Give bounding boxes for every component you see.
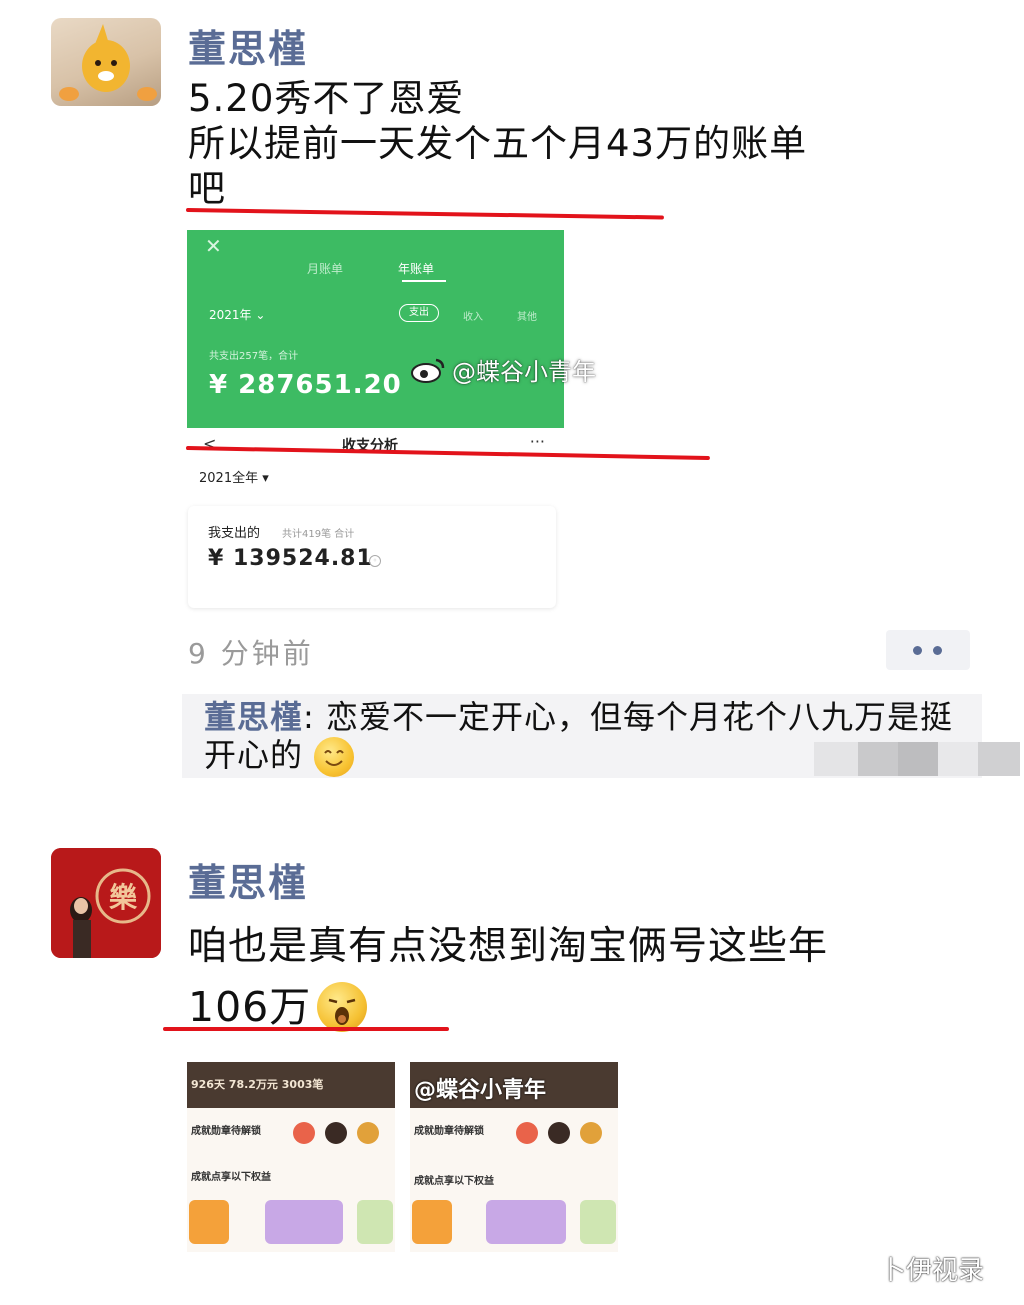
post-author-name[interactable]: 董思槿 [188, 852, 308, 907]
post-body-line: 吧 [188, 167, 226, 210]
tab-yearly-bill: 年账单 [398, 262, 435, 276]
corner-watermark: 卜伊视录 [880, 1256, 985, 1286]
post-timestamp: 9 分钟前 [188, 637, 314, 670]
taobao-screenshot[interactable]: 926天 78.2万元 3003笔 成就勋章待解锁 成就点享以下权益 [187, 1062, 395, 1252]
year-selector: 2021年 ⌄ [209, 308, 266, 322]
stats-text: 926天 78.2万元 3003笔 [191, 1078, 324, 1091]
avatar[interactable]: 樂 [51, 848, 161, 958]
more-options-button[interactable] [886, 630, 970, 670]
badge-icon [516, 1122, 538, 1144]
blurred-area [858, 742, 898, 776]
eye-icon: ◦ [369, 555, 381, 567]
blurred-area [938, 742, 978, 776]
avatar-image [59, 24, 157, 101]
bill-screenshot[interactable]: ✕ 月账单 年账单 2021年 ⌄ 支出 收入 其他 共支出257笔，合计 ¥ … [187, 230, 564, 428]
spend-amount: ¥ 139524.81 [208, 546, 373, 571]
badge-icon [580, 1122, 602, 1144]
taobao-screenshot[interactable]: @蝶谷小青年 成就勋章待解锁 成就点享以下权益 [410, 1062, 618, 1252]
benefit-card [357, 1200, 393, 1244]
benefit-card [265, 1200, 343, 1244]
benefit-card [486, 1200, 566, 1244]
dot-icon [933, 646, 942, 655]
benefits-label: 成就点享以下权益 [414, 1176, 494, 1187]
badge-icon [325, 1122, 347, 1144]
benefit-card [412, 1200, 452, 1244]
yawn-emoji-icon [317, 982, 368, 1032]
watermark-text: @蝶谷小青年 [414, 1078, 547, 1103]
dot-icon [913, 646, 922, 655]
blurred-area [898, 742, 938, 776]
comment-author[interactable]: 董思槿 [204, 698, 303, 736]
post-body-line-wrap: 106万 [188, 982, 368, 1032]
badge-icon [548, 1122, 570, 1144]
benefits-label: 成就点享以下权益 [191, 1172, 271, 1183]
year-selector: 2021全年 ▾ [199, 471, 269, 486]
badges-label: 成就勋章待解锁 [414, 1126, 484, 1137]
red-underline [163, 1027, 449, 1031]
blurred-area [978, 742, 1020, 776]
weibo-icon [411, 358, 445, 383]
more-icon: ··· [529, 432, 545, 451]
badge-icon [293, 1122, 315, 1144]
spend-label: 我支出的 [208, 526, 261, 541]
avatar[interactable] [51, 18, 161, 106]
tab-underline [402, 280, 446, 282]
blurred-area [814, 742, 858, 776]
badge-icon [357, 1122, 379, 1144]
tab-monthly-bill: 月账单 [307, 262, 344, 276]
avatar-char: 樂 [109, 881, 138, 914]
spend-summary-card[interactable]: 我支出的 共计419笔 合计 ¥ 139524.81 ◦ [188, 506, 556, 608]
watermark-text: @蝶谷小青年 [452, 358, 596, 386]
expense-summary: 共支出257笔，合计 [209, 351, 299, 362]
post-body-line: 所以提前一天发个五个月43万的账单 [188, 122, 808, 165]
avatar-image [51, 848, 161, 958]
filter-expense: 支出 [399, 304, 439, 322]
red-underline [185, 208, 664, 220]
benefit-card [580, 1200, 616, 1244]
post-body-line: 咱也是真有点没想到淘宝俩号这些年 [188, 924, 829, 969]
weibo-watermark: @蝶谷小青年 [410, 352, 596, 387]
post-body-line: 106万 [188, 982, 312, 1031]
benefit-card [189, 1200, 229, 1244]
post-author-name[interactable]: 董思槿 [188, 18, 308, 73]
badges-label: 成就勋章待解锁 [191, 1126, 261, 1137]
post-body-line: 5.20秀不了恩爱 [188, 77, 465, 120]
close-icon: ✕ [205, 234, 222, 258]
spend-count: 共计419笔 合计 [282, 529, 355, 540]
filter-income: 收入 [463, 312, 483, 323]
yearly-amount: ¥ 287651.20 [209, 370, 402, 400]
smile-emoji-icon [314, 737, 355, 777]
filter-other: 其他 [517, 312, 537, 323]
